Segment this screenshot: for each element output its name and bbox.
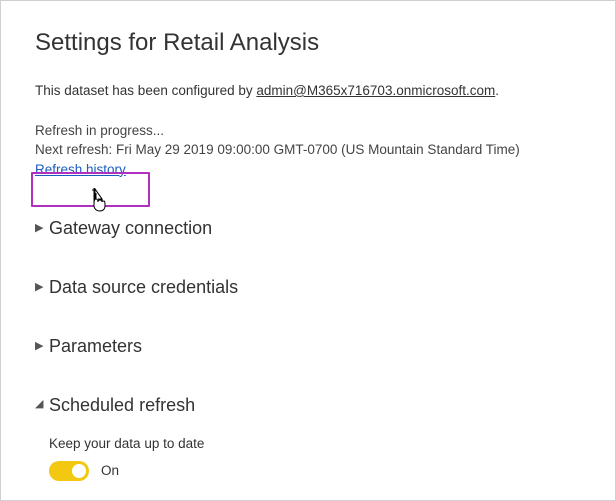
section-data-source-credentials[interactable]: ▶ Data source credentials	[35, 269, 581, 312]
section-title-parameters: Parameters	[49, 336, 142, 357]
page-title: Settings for Retail Analysis	[35, 29, 581, 57]
toggle-row: On	[49, 461, 581, 481]
toggle-knob-icon	[72, 464, 86, 478]
toggle-state-text: On	[101, 463, 119, 478]
title-dataset-name: Retail Analysis	[163, 29, 319, 56]
settings-sections: ▶ Gateway connection ▶ Data source crede…	[35, 210, 581, 481]
admin-email-link[interactable]: admin@M365x716703.onmicrosoft.com	[256, 83, 495, 98]
caret-right-icon: ▶	[35, 223, 45, 234]
refresh-history-link[interactable]: Refresh history	[35, 161, 126, 180]
title-prefix: Settings for	[35, 29, 163, 56]
configured-by-line: This dataset has been configured by admi…	[35, 83, 581, 98]
refresh-status-block: Refresh in progress... Next refresh: Fri…	[35, 122, 581, 180]
section-scheduled-refresh[interactable]: ◢ Scheduled refresh	[35, 387, 581, 430]
refresh-progress-text: Refresh in progress...	[35, 122, 581, 141]
next-refresh-text: Next refresh: Fri May 29 2019 09:00:00 G…	[35, 141, 581, 160]
section-parameters[interactable]: ▶ Parameters	[35, 328, 581, 371]
configured-suffix: .	[495, 83, 499, 98]
configured-prefix: This dataset has been configured by	[35, 83, 256, 98]
section-title-credentials: Data source credentials	[49, 277, 238, 298]
caret-right-icon: ▶	[35, 282, 45, 293]
section-title-gateway: Gateway connection	[49, 218, 212, 239]
scheduled-refresh-content: Keep your data up to date On	[35, 436, 581, 481]
keep-data-toggle[interactable]	[49, 461, 89, 481]
caret-right-icon: ▶	[35, 341, 45, 352]
section-title-scheduled: Scheduled refresh	[49, 395, 195, 416]
section-gateway-connection[interactable]: ▶ Gateway connection	[35, 210, 581, 253]
caret-down-icon: ◢	[35, 399, 45, 410]
keep-data-label: Keep your data up to date	[49, 436, 581, 451]
